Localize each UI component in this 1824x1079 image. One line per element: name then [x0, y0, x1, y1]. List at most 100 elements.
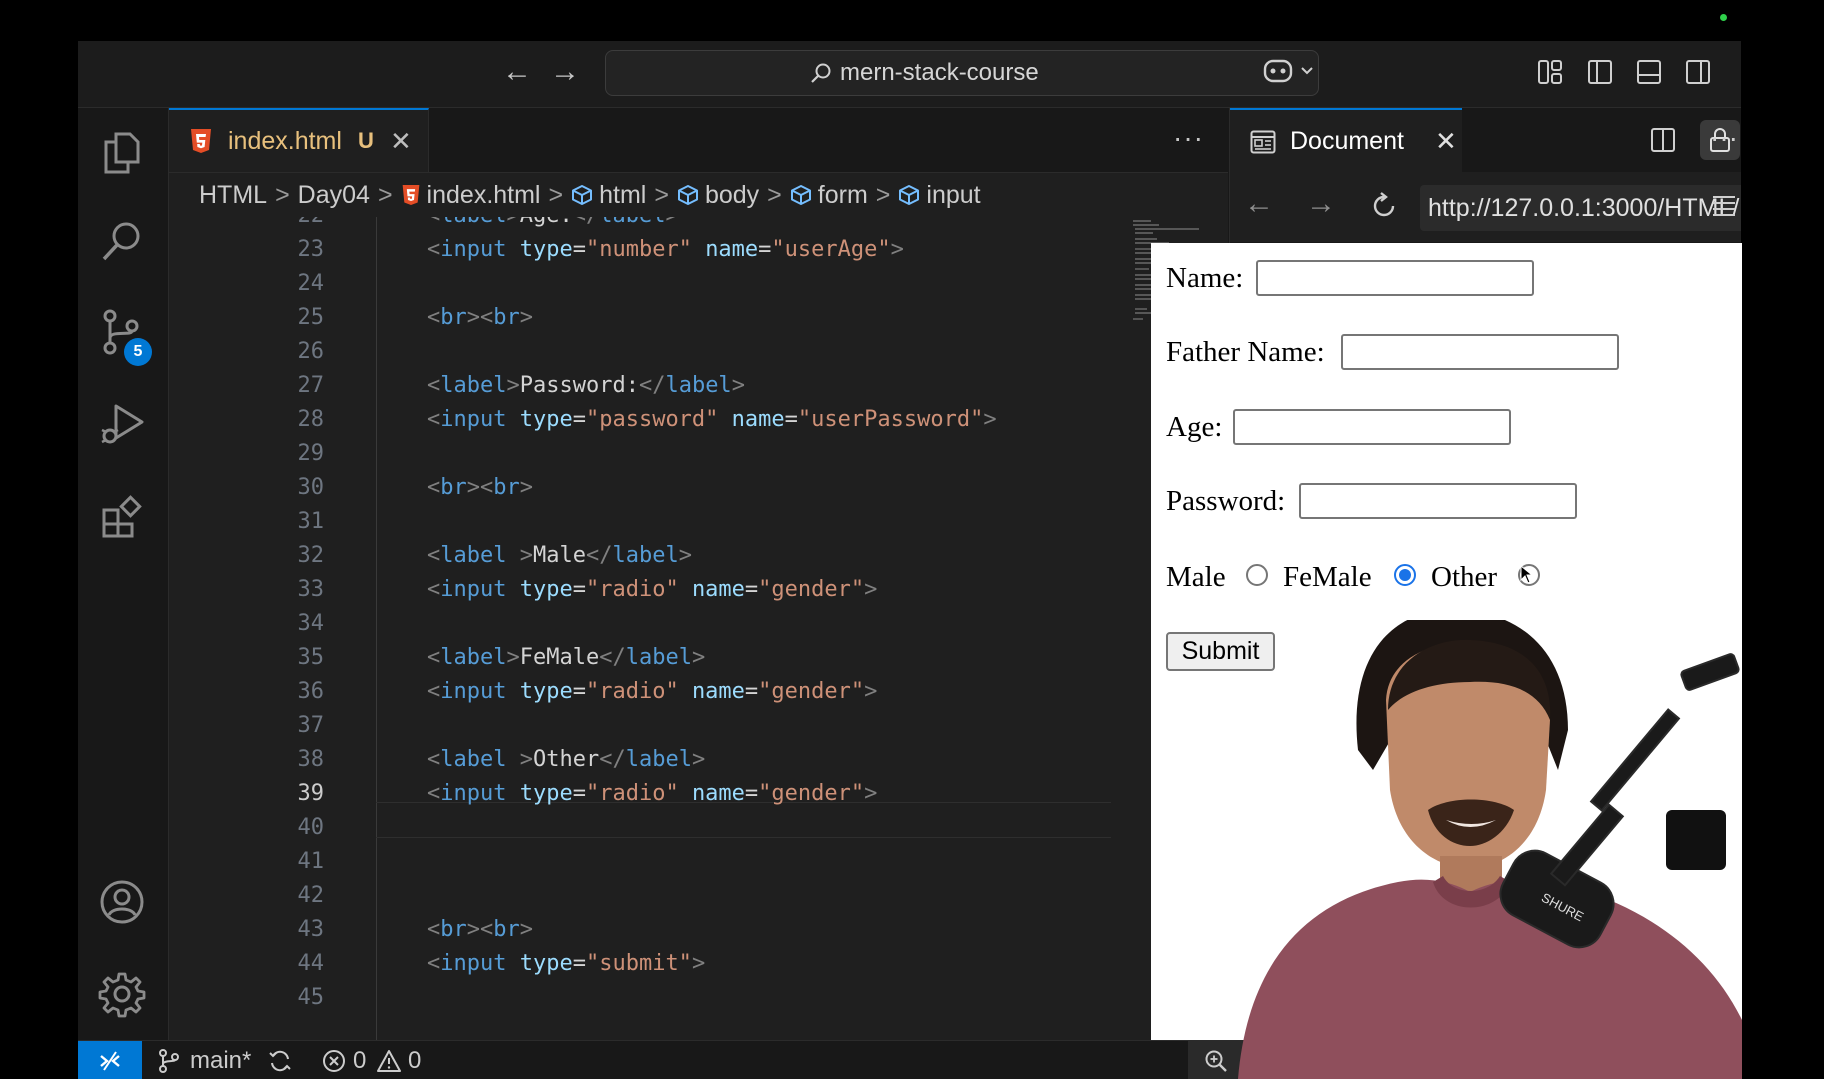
father-name-label: Father Name:	[1166, 336, 1325, 368]
copilot-icon[interactable]	[1262, 55, 1320, 92]
tab-status-badge: U	[358, 128, 374, 153]
code-line[interactable]: <input type="radio" name="gender">	[427, 573, 877, 607]
tab-document[interactable]: Document ✕	[1230, 108, 1462, 172]
extensions-icon[interactable]	[98, 492, 146, 540]
code-line[interactable]: <br><br>	[427, 471, 533, 505]
line-number: 45	[297, 985, 325, 1010]
chevron-right-icon: >	[377, 181, 393, 209]
breadcrumb-item[interactable]: body	[705, 181, 759, 209]
close-icon[interactable]: ✕	[390, 110, 412, 172]
password-input[interactable]	[1299, 483, 1577, 519]
line-number: 39	[297, 781, 325, 806]
remote-icon	[98, 1050, 122, 1077]
editor-tab-bar: index.html U ✕ ···	[169, 108, 1228, 173]
line-number: 41	[297, 849, 325, 874]
url-text: http://127.0.0.1:3000/HTML/Day04/index.h…	[1428, 194, 1741, 222]
error-count[interactable]: 0	[353, 1041, 366, 1079]
code-line[interactable]: <label>Age:</label>	[427, 217, 679, 233]
tab-filename: index.html	[228, 127, 342, 155]
code-line[interactable]: <br><br>	[427, 913, 533, 947]
toggle-primary-sidebar-icon[interactable]	[1587, 59, 1613, 85]
more-actions-icon[interactable]: ···	[1710, 122, 1738, 154]
back-arrow-icon[interactable]: ←	[1244, 189, 1274, 219]
line-number: 29	[297, 441, 325, 466]
indent-guide	[376, 217, 377, 1040]
command-center[interactable]: mern-stack-course	[605, 50, 1319, 96]
git-branch[interactable]: main*	[190, 1041, 251, 1079]
remote-indicator[interactable]	[78, 1041, 142, 1079]
line-number: 23	[297, 237, 325, 262]
line-number: 40	[297, 815, 325, 840]
age-input[interactable]	[1233, 409, 1511, 445]
video-frame: ← → mern-stack-course 5 index.html U ✕ ·…	[0, 0, 1824, 1079]
menu-icon[interactable]	[1712, 194, 1736, 221]
search-icon[interactable]	[98, 218, 146, 266]
line-number: 43	[297, 917, 325, 942]
error-icon	[322, 1049, 346, 1078]
line-number: 44	[297, 951, 325, 976]
branch-icon	[158, 1049, 180, 1078]
chevron-right-icon: >	[875, 181, 891, 209]
breadcrumb-item[interactable]: HTML	[199, 181, 267, 209]
settings-gear-icon[interactable]	[98, 970, 146, 1018]
line-number: 38	[297, 747, 325, 772]
breadcrumb-item[interactable]: form	[818, 181, 868, 209]
breadcrumb-item[interactable]: index.html	[427, 181, 541, 209]
line-number: 24	[297, 271, 325, 296]
command-center-text: mern-stack-course	[840, 59, 1039, 86]
toggle-secondary-sidebar-icon[interactable]	[1685, 59, 1711, 85]
line-number: 37	[297, 713, 325, 738]
age-label: Age:	[1166, 411, 1223, 443]
code-line[interactable]: <label >Other</label>	[427, 743, 705, 777]
breadcrumb-item[interactable]: input	[926, 181, 980, 209]
tab-index-html[interactable]: index.html U ✕	[169, 108, 429, 172]
line-number: 27	[297, 373, 325, 398]
url-input[interactable]: http://127.0.0.1:3000/HTML/Day04/index.h…	[1420, 185, 1741, 231]
code-line[interactable]: <input type="number" name="userAge">	[427, 233, 904, 267]
code-line[interactable]: <br><br>	[427, 301, 533, 335]
line-number: 33	[297, 577, 325, 602]
html5-file-icon	[189, 128, 213, 159]
code-editor[interactable]: 22 <label>Age:</label> 23 <input type="numb…	[169, 217, 1228, 1040]
code-line[interactable]: <input type="radio" name="gender">	[427, 777, 877, 811]
password-label: Password:	[1166, 485, 1286, 517]
line-number: 26	[297, 339, 325, 364]
name-input[interactable]	[1256, 260, 1534, 296]
forward-arrow-icon[interactable]: →	[550, 57, 580, 87]
forward-arrow-icon[interactable]: →	[1306, 189, 1336, 219]
toggle-panel-icon[interactable]	[1636, 59, 1662, 85]
close-icon[interactable]: ✕	[1435, 110, 1457, 172]
code-line[interactable]: <input type="password" name="userPasswor…	[427, 403, 997, 437]
chevron-right-icon: >	[654, 181, 669, 209]
accounts-icon[interactable]	[98, 878, 146, 926]
symbol-cube-icon	[677, 176, 699, 220]
mouse-pointer-icon	[1520, 564, 1534, 590]
explorer-icon[interactable]	[98, 128, 146, 176]
female-radio[interactable]	[1394, 564, 1416, 586]
breadcrumb-item[interactable]: Day04	[298, 181, 370, 209]
code-line[interactable]: <input type="radio" name="gender">	[427, 675, 877, 709]
browser-preview-icon	[1250, 130, 1276, 159]
code-line[interactable]: <input type="submit">	[427, 947, 705, 981]
more-actions-icon[interactable]: ···	[1173, 122, 1204, 154]
chevron-right-icon: >	[275, 181, 290, 209]
code-line[interactable]: <label>FeMale</label>	[427, 641, 705, 675]
sync-icon[interactable]	[267, 1048, 293, 1079]
run-and-debug-icon[interactable]	[98, 400, 146, 448]
split-editor-icon[interactable]	[1650, 127, 1676, 158]
breadcrumb: HTML > Day04 > index.html > html > body > form > inp…	[169, 173, 1228, 217]
reload-icon[interactable]	[1370, 192, 1398, 225]
code-line[interactable]: <label >Male</label>	[427, 539, 692, 573]
male-label: Male	[1166, 561, 1226, 593]
browser-nav-bar: ← → http://127.0.0.1:3000/HTML/Day04/ind…	[1230, 172, 1741, 242]
warning-icon	[376, 1049, 402, 1078]
customize-layout-icon[interactable]	[1537, 59, 1563, 85]
back-arrow-icon[interactable]: ←	[502, 57, 532, 87]
code-line[interactable]: <label>Password:</label>	[427, 369, 745, 403]
breadcrumb-item[interactable]: html	[599, 181, 646, 209]
zoom-button[interactable]	[1188, 1041, 1244, 1079]
father-name-input[interactable]	[1341, 334, 1619, 370]
warning-count[interactable]: 0	[408, 1041, 421, 1079]
male-radio[interactable]	[1246, 564, 1268, 586]
line-number: 22	[169, 217, 325, 233]
